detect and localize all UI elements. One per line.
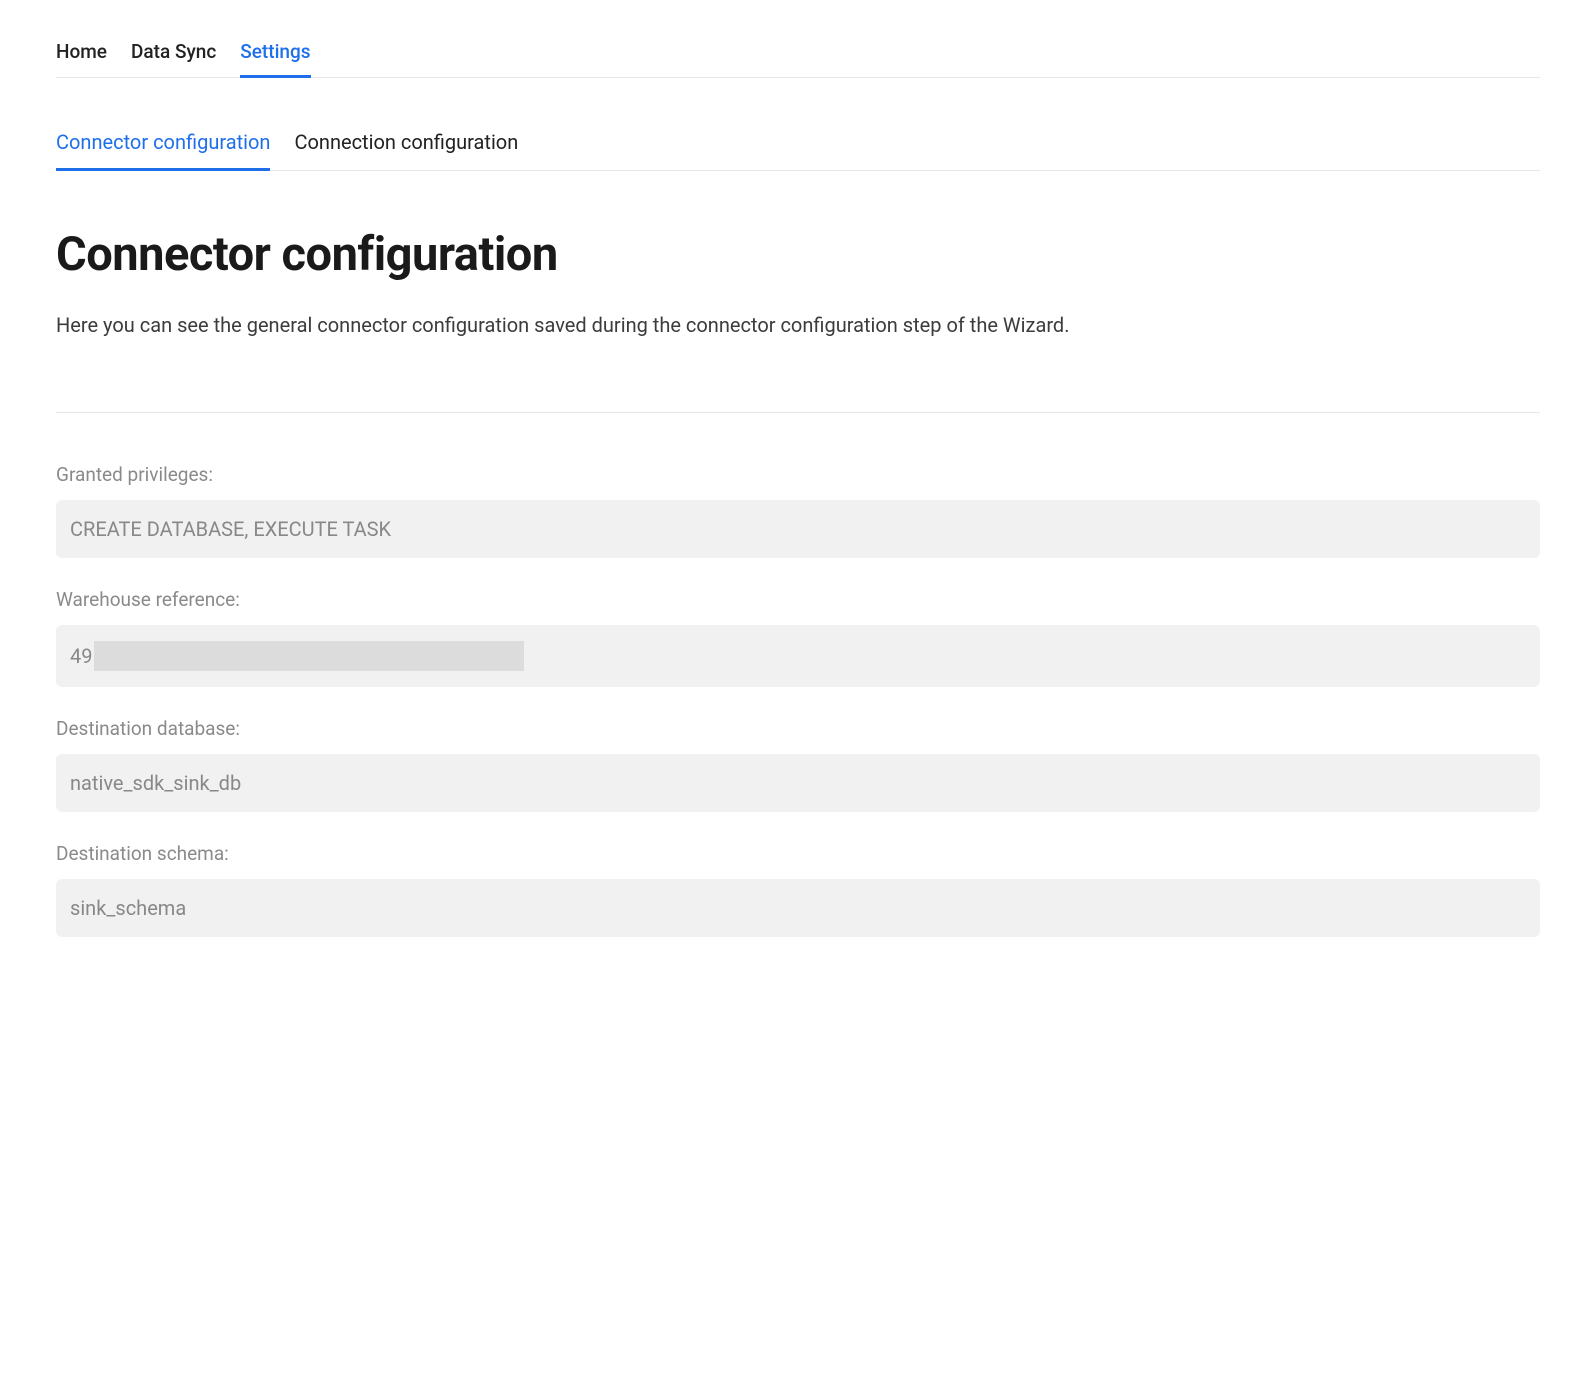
field-label-warehouse-reference: Warehouse reference:: [56, 588, 1540, 611]
tab-settings[interactable]: Settings: [240, 30, 310, 77]
field-label-destination-database: Destination database:: [56, 717, 1540, 740]
sub-nav-tabs: Connector configuration Connection confi…: [56, 120, 1540, 171]
tab-connection-configuration[interactable]: Connection configuration: [294, 120, 518, 170]
field-warehouse-reference: Warehouse reference: 49: [56, 588, 1540, 687]
field-value-destination-database: native_sdk_sink_db: [56, 754, 1540, 812]
field-value-destination-schema: sink_schema: [56, 879, 1540, 937]
redacted-block: [94, 641, 524, 671]
top-nav-tabs: Home Data Sync Settings: [56, 30, 1540, 78]
field-destination-database: Destination database: native_sdk_sink_db: [56, 717, 1540, 812]
field-label-destination-schema: Destination schema:: [56, 842, 1540, 865]
tab-connector-configuration[interactable]: Connector configuration: [56, 120, 270, 170]
tab-home[interactable]: Home: [56, 30, 107, 77]
page-title: Connector configuration: [56, 227, 1540, 282]
field-value-warehouse-reference: 49: [56, 625, 1540, 687]
section-divider: [56, 412, 1540, 413]
field-granted-privileges: Granted privileges: CREATE DATABASE, EXE…: [56, 463, 1540, 558]
field-label-granted-privileges: Granted privileges:: [56, 463, 1540, 486]
page-description: Here you can see the general connector c…: [56, 310, 1540, 340]
warehouse-reference-prefix: 49: [70, 644, 92, 668]
field-destination-schema: Destination schema: sink_schema: [56, 842, 1540, 937]
field-value-granted-privileges: CREATE DATABASE, EXECUTE TASK: [56, 500, 1540, 558]
tab-data-sync[interactable]: Data Sync: [131, 30, 216, 77]
